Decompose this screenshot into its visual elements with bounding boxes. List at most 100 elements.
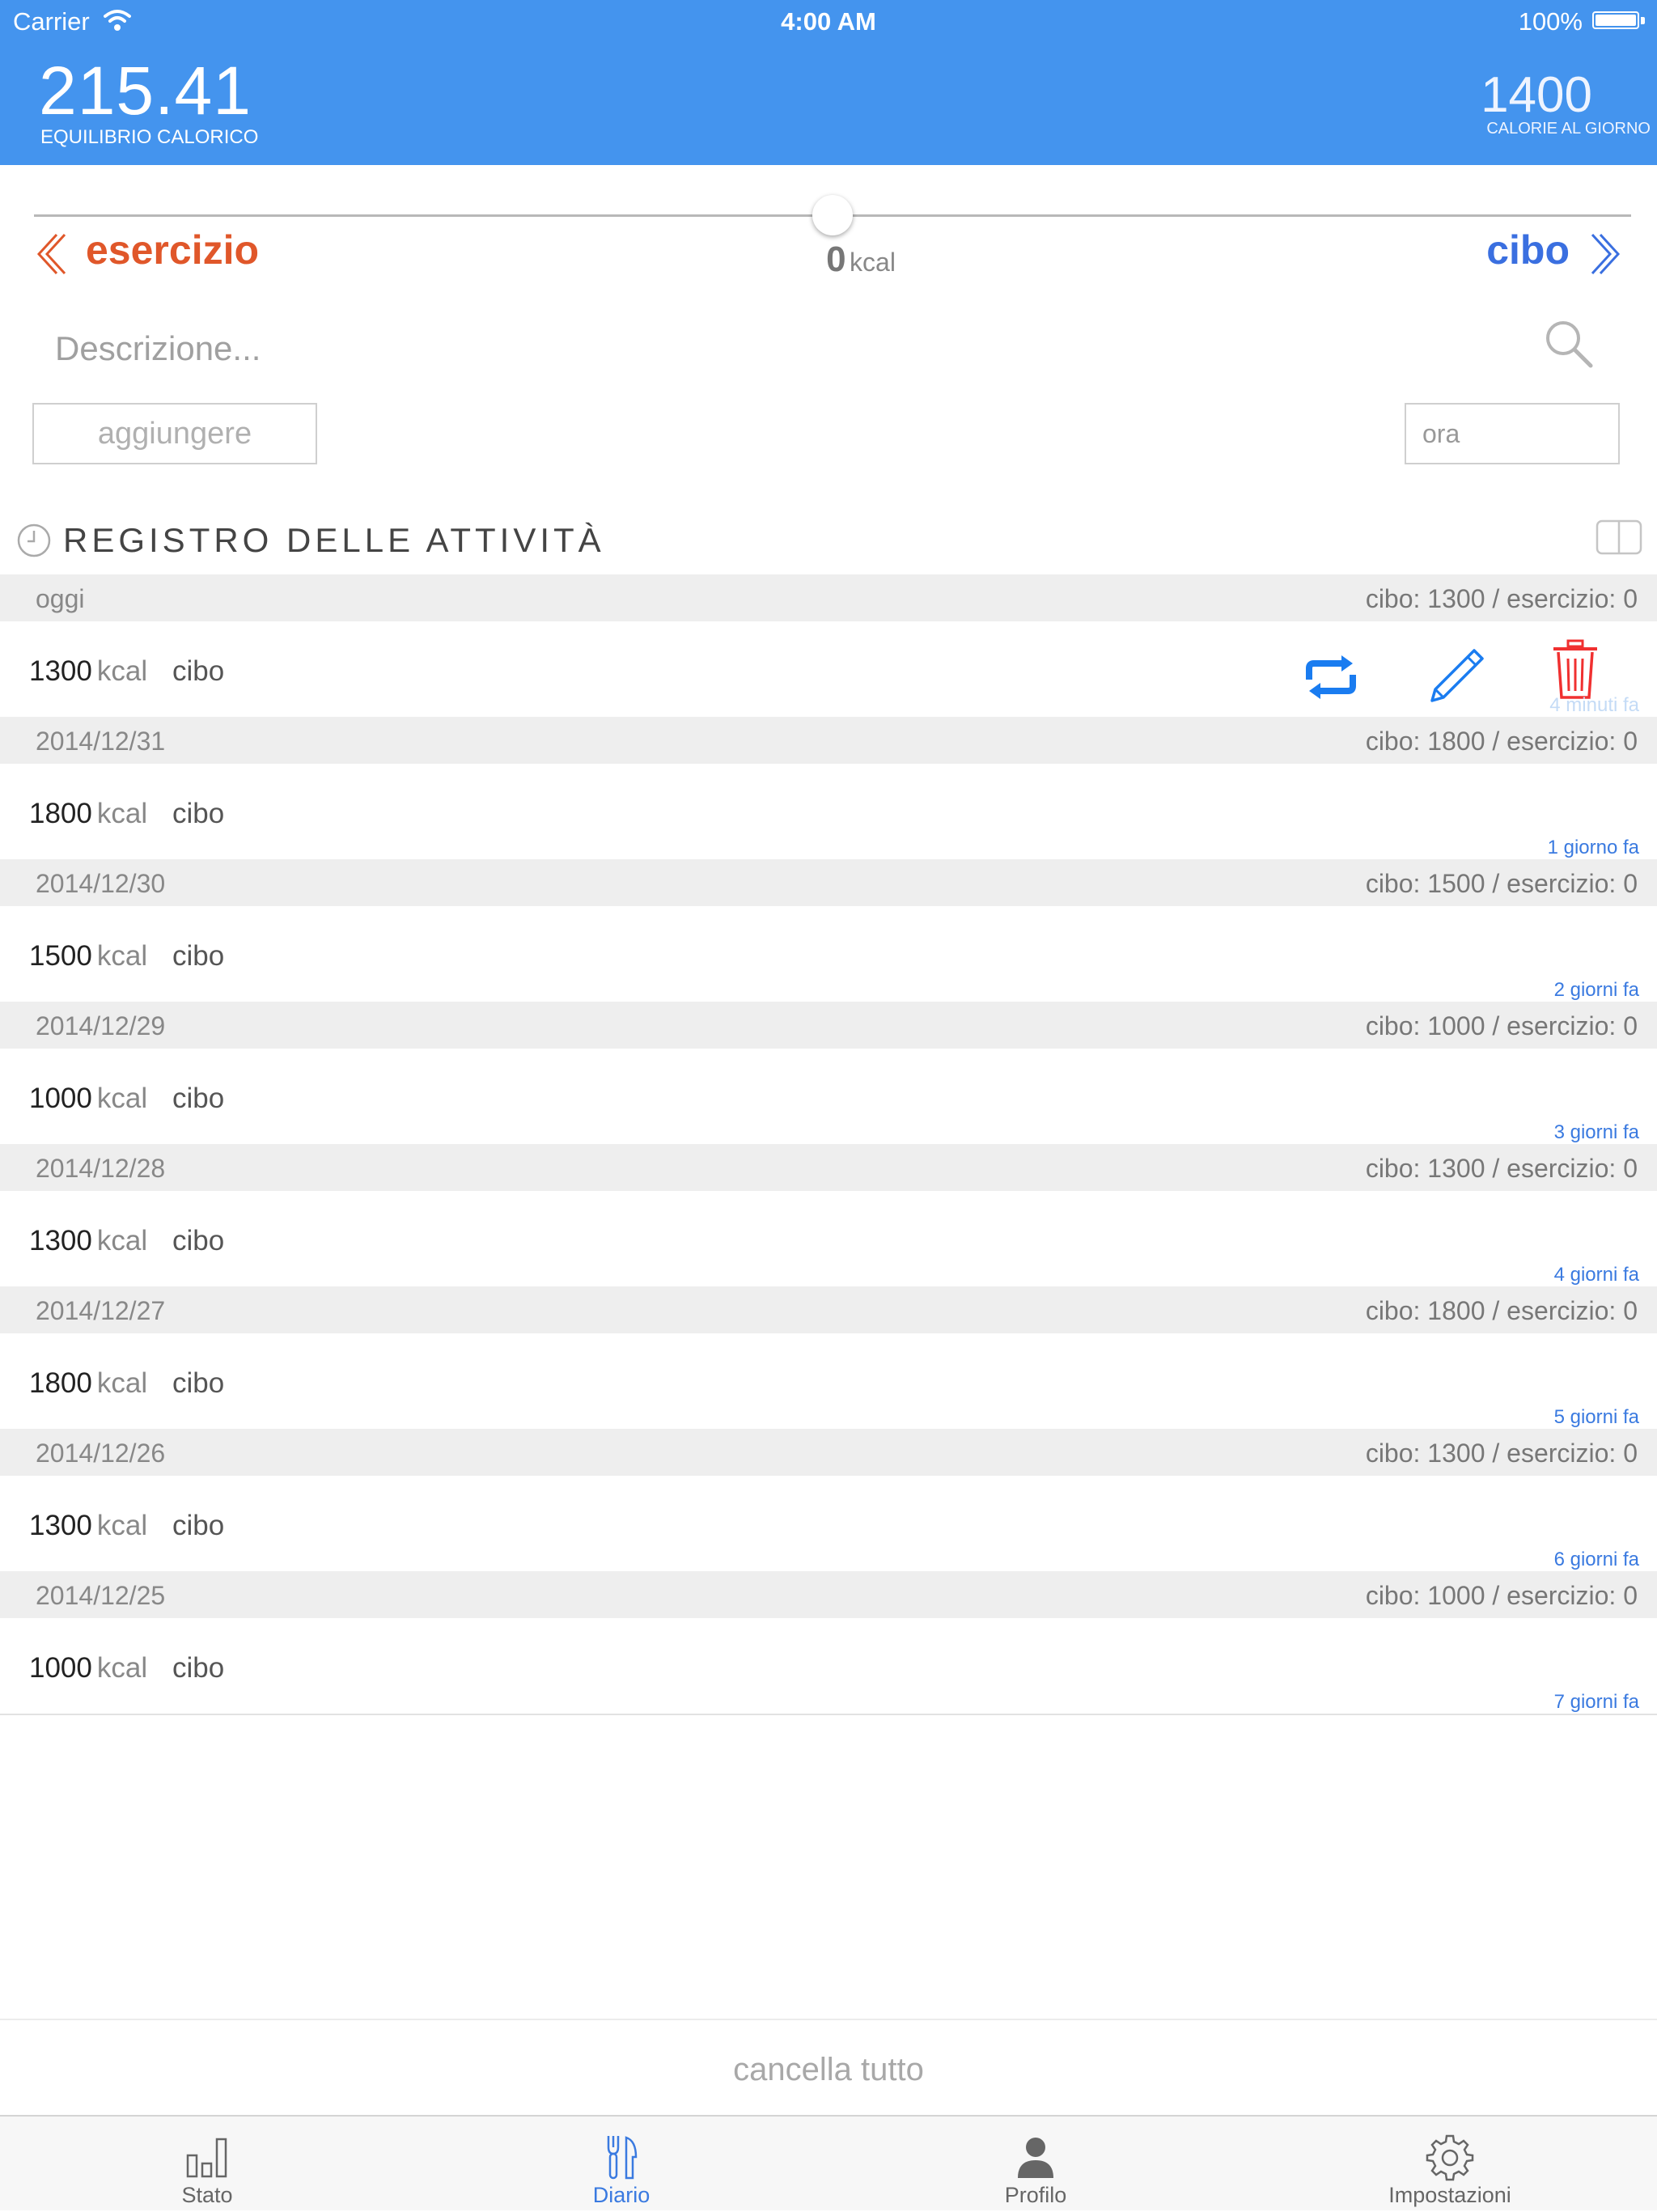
- entry-kcal-value: 1800: [29, 1367, 92, 1399]
- entry-kcal: 1300 kcal: [29, 1225, 147, 1257]
- tab-profilo[interactable]: Profilo: [828, 2117, 1243, 2212]
- entry-kcal: 1500 kcal: [29, 940, 147, 973]
- battery-icon: [1592, 11, 1639, 29]
- entry-type: cibo: [172, 1367, 225, 1399]
- day-header: 2014/12/28 cibo: 1300 / esercizio: 0: [0, 1144, 1657, 1191]
- day-summary: cibo: 1800 / esercizio: 0: [1365, 1296, 1638, 1325]
- day-header: 2014/12/26 cibo: 1300 / esercizio: 0: [0, 1429, 1657, 1476]
- day-header: 2014/12/27 cibo: 1800 / esercizio: 0: [0, 1286, 1657, 1333]
- entry-kcal-unit: kcal: [96, 1652, 148, 1684]
- description-input[interactable]: [53, 322, 1513, 375]
- entry-type: cibo: [172, 940, 225, 972]
- day-date: 2014/12/30: [36, 869, 166, 898]
- entry-type: cibo: [172, 1652, 225, 1684]
- food-mode-button[interactable]: cibo: [1486, 227, 1570, 273]
- add-button[interactable]: aggiungere: [32, 403, 317, 464]
- entry-time-ago: 3 giorni fa: [1553, 1121, 1639, 1143]
- day-summary: cibo: 1800 / esercizio: 0: [1365, 727, 1638, 756]
- list-divider: [0, 1714, 1657, 1715]
- entry-kcal-value: 1300: [29, 655, 92, 687]
- kcal-unit: kcal: [850, 248, 896, 277]
- day-summary: cibo: 1300 / esercizio: 0: [1365, 1439, 1638, 1468]
- day-header: 2014/12/25 cibo: 1000 / esercizio: 0: [0, 1571, 1657, 1618]
- bar-chart-icon: [186, 2138, 227, 2178]
- caloric-balance-value: 215.41: [39, 53, 252, 129]
- chevron-right-icon[interactable]: [1589, 231, 1625, 277]
- divider: [0, 2019, 1657, 2020]
- tab-label: Diario: [592, 2183, 651, 2207]
- entry-kcal-value: 1000: [29, 1652, 92, 1684]
- battery-percent: 100%: [1518, 7, 1583, 36]
- tab-stato[interactable]: Stato: [0, 2117, 414, 2212]
- entry-type: cibo: [172, 1225, 225, 1256]
- search-icon[interactable]: [1542, 317, 1594, 369]
- tab-label: Stato: [181, 2183, 233, 2207]
- header-bar: Carrier 4:00 AM 100% 215.41 EQUILIBRIO C…: [0, 0, 1657, 165]
- log-entry-row[interactable]: 1000 kcal cibo 7 giorni fa: [0, 1618, 1657, 1714]
- log-entry-row[interactable]: 1800 kcal cibo 1 giorno fa: [0, 764, 1657, 859]
- kcal-value: 0: [826, 239, 846, 279]
- day-date: 2014/12/26: [36, 1439, 166, 1468]
- entry-kcal-unit: kcal: [96, 1225, 148, 1256]
- tab-impostazioni[interactable]: Impostazioni: [1243, 2117, 1657, 2212]
- entry-time-ago: 5 giorni fa: [1553, 1406, 1639, 1428]
- log-entry-row[interactable]: 1300 kcal cibo 6 giorni fa: [0, 1476, 1657, 1571]
- time-field[interactable]: [1405, 403, 1620, 464]
- log-entry-row[interactable]: 1300 kcal cibo 4 minuti fa: [0, 621, 1657, 717]
- entry-kcal-unit: kcal: [96, 798, 148, 829]
- day-summary: cibo: 1500 / esercizio: 0: [1365, 869, 1638, 898]
- status-bar: Carrier 4:00 AM 100%: [0, 0, 1657, 42]
- day-date: 2014/12/28: [36, 1154, 166, 1183]
- log-entry-row[interactable]: 1000 kcal cibo 3 giorni fa: [0, 1049, 1657, 1144]
- entry-type: cibo: [172, 798, 225, 829]
- trash-icon[interactable]: [1550, 639, 1600, 701]
- day-date: 2014/12/25: [36, 1581, 166, 1610]
- day-header: 2014/12/30 cibo: 1500 / esercizio: 0: [0, 859, 1657, 906]
- tab-diario[interactable]: Diario: [414, 2117, 828, 2212]
- battery-tip: [1641, 17, 1645, 24]
- tab-label: Profilo: [1004, 2183, 1067, 2207]
- log-entry-row[interactable]: 1500 kcal cibo 2 giorni fa: [0, 906, 1657, 1002]
- entry-time-ago: 7 giorni fa: [1553, 1691, 1639, 1713]
- entry-kcal: 1000 kcal: [29, 1652, 147, 1684]
- day-date: 2014/12/27: [36, 1296, 166, 1325]
- entry-kcal: 1800 kcal: [29, 1367, 147, 1400]
- entry-type: cibo: [172, 1083, 225, 1114]
- repeat-icon[interactable]: [1301, 655, 1361, 699]
- tab-bar: Stato Diario Profilo Impostazioni: [0, 2115, 1657, 2210]
- entry-kcal: 1800 kcal: [29, 798, 147, 830]
- day-header: 2014/12/29 cibo: 1000 / esercizio: 0: [0, 1002, 1657, 1049]
- fork-knife-icon: [607, 2136, 638, 2180]
- entry-kcal-unit: kcal: [96, 940, 148, 972]
- pencil-icon[interactable]: [1426, 646, 1487, 707]
- kcal-slider-thumb[interactable]: [812, 195, 853, 235]
- activity-log-list: oggi cibo: 1300 / esercizio: 0 1300 kcal …: [0, 574, 1657, 1715]
- day-date: oggi: [36, 584, 85, 613]
- day-header: oggi cibo: 1300 / esercizio: 0: [0, 574, 1657, 621]
- entry-time-ago: 2 giorni fa: [1553, 979, 1639, 1001]
- gear-icon: [1426, 2134, 1474, 2181]
- split-view-icon[interactable]: [1596, 519, 1642, 555]
- kcal-readout: 0 kcal: [0, 239, 1657, 280]
- entry-kcal-value: 1300: [29, 1225, 92, 1256]
- entry-time-ago: 1 giorno fa: [1547, 837, 1639, 858]
- activity-log-title: REGISTRO DELLE ATTIVITÀ: [63, 521, 605, 559]
- entry-kcal-value: 1800: [29, 798, 92, 829]
- entry-kcal-value: 1300: [29, 1510, 92, 1541]
- entry-kcal-value: 1000: [29, 1083, 92, 1114]
- day-summary: cibo: 1300 / esercizio: 0: [1365, 1154, 1638, 1183]
- entry-kcal-unit: kcal: [96, 1367, 148, 1399]
- entry-time-ago: 6 giorni fa: [1553, 1549, 1639, 1570]
- day-summary: cibo: 1000 / esercizio: 0: [1365, 1581, 1638, 1610]
- log-entry-row[interactable]: 1300 kcal cibo 4 giorni fa: [0, 1191, 1657, 1286]
- daily-calories-label: CALORIE AL GIORNO: [1486, 120, 1651, 138]
- entry-kcal-unit: kcal: [96, 1510, 148, 1541]
- clear-all-button[interactable]: cancella tutto: [0, 2052, 1657, 2088]
- tab-label: Impostazioni: [1388, 2183, 1511, 2207]
- entry-time-ago: 4 minuti fa: [1549, 694, 1639, 716]
- entry-kcal-value: 1500: [29, 940, 92, 972]
- day-date: 2014/12/29: [36, 1011, 166, 1040]
- day-header: 2014/12/31 cibo: 1800 / esercizio: 0: [0, 717, 1657, 764]
- log-entry-row[interactable]: 1800 kcal cibo 5 giorni fa: [0, 1333, 1657, 1429]
- day-date: 2014/12/31: [36, 727, 166, 756]
